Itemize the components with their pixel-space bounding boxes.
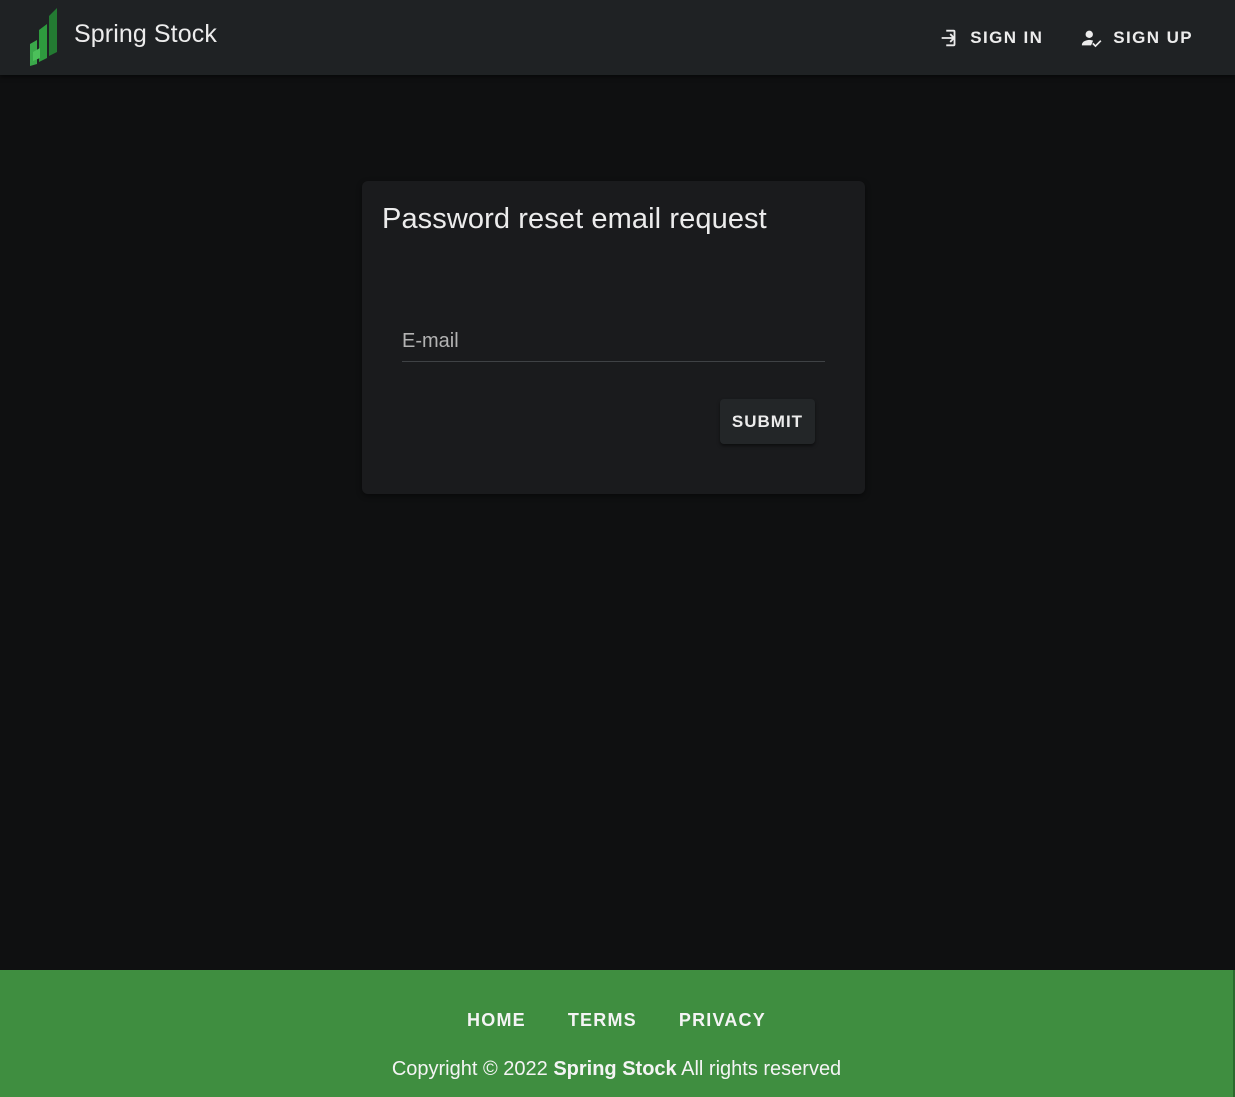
submit-button[interactable]: SUBMIT	[720, 399, 815, 444]
brand-name: Spring Stock	[74, 19, 217, 48]
sign-in-label: SIGN IN	[970, 27, 1044, 47]
sign-in-button[interactable]: SIGN IN	[924, 18, 1057, 58]
copyright-brand: Spring Stock	[553, 1058, 677, 1080]
footer-link-privacy[interactable]: PRIVACY	[658, 1002, 787, 1039]
brand-home-link[interactable]: Spring Stock	[30, 6, 217, 66]
password-reset-card: Password reset email request SUBMIT	[362, 181, 865, 494]
login-icon	[941, 29, 956, 46]
copyright-text: Copyright © 2022 Spring Stock All rights…	[0, 1058, 1233, 1081]
footer-link-home[interactable]: HOME	[446, 1002, 547, 1039]
footer: HOME TERMS PRIVACY Copyright © 2022 Spri…	[0, 970, 1235, 1097]
header-actions: SIGN IN SIGN UP	[924, 0, 1207, 75]
top-app-bar: Spring Stock SIGN IN SIGN UP	[0, 0, 1235, 75]
email-field[interactable]	[402, 321, 825, 362]
card-title: Password reset email request	[382, 203, 767, 235]
sign-up-label: SIGN UP	[1113, 27, 1193, 47]
footer-link-terms[interactable]: TERMS	[547, 1002, 658, 1039]
account-check-icon	[1082, 30, 1102, 47]
sign-up-button[interactable]: SIGN UP	[1067, 18, 1207, 58]
footer-links: HOME TERMS PRIVACY	[0, 1002, 1233, 1039]
copyright-suffix: All rights reserved	[681, 1058, 842, 1080]
app-root: Spring Stock SIGN IN SIGN UP Password re…	[0, 0, 1235, 1097]
bar-chart-logo-icon	[30, 8, 57, 66]
copyright-prefix: Copyright © 2022	[391, 1058, 548, 1080]
